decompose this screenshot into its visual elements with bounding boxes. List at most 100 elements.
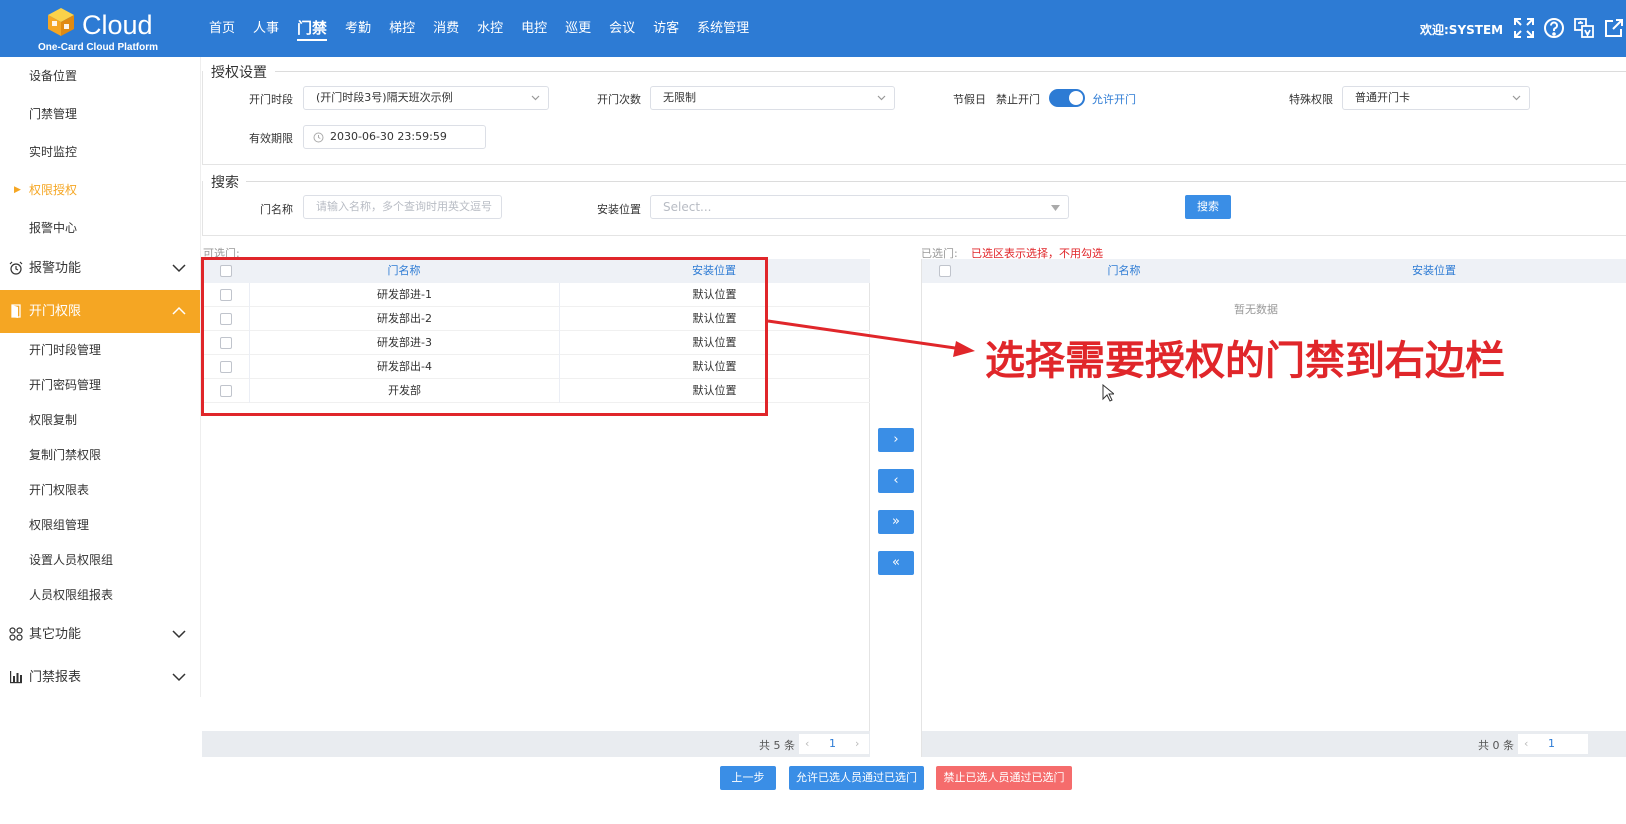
sidebar-item-person-group-report[interactable]: 人员权限组报表	[0, 578, 200, 613]
move-left-button[interactable]: ‹	[878, 469, 914, 493]
chevron-down-icon	[172, 630, 186, 639]
welcome-text: 欢迎:SYSTEM	[1420, 23, 1504, 37]
external-link-icon[interactable]	[1602, 16, 1626, 40]
right-table-footer: 共 0 条 ‹ 1	[922, 731, 1626, 757]
sidebar-item-copy-door-permission[interactable]: 复制门禁权限	[0, 438, 200, 473]
deny-pass-button[interactable]: 禁止已选人员通过已选门	[936, 766, 1072, 790]
top-icons	[1512, 16, 1626, 40]
top-bar: Cloud One-Card Cloud Platform 首页 人事 门禁 考…	[0, 0, 1626, 57]
select-all-checkbox[interactable]	[939, 265, 951, 277]
nav-meeting[interactable]: 会议	[600, 0, 644, 57]
help-icon[interactable]	[1542, 16, 1566, 40]
logo-text: Cloud	[82, 10, 153, 40]
sidebar-item-set-person-group[interactable]: 设置人员权限组	[0, 543, 200, 578]
location-label: 安装位置	[597, 203, 641, 216]
period-select-value: (开门时段3号)隔天班次示例	[316, 91, 453, 104]
holiday-toggle[interactable]	[1049, 89, 1085, 107]
table-header: 门名称 安装位置	[922, 259, 1626, 283]
nav-power[interactable]: 电控	[512, 0, 556, 57]
count-label: 开门次数	[597, 93, 641, 106]
holiday-allow-label: 允许开门	[1092, 93, 1136, 106]
sidebar-item-open-password[interactable]: 开门密码管理	[0, 368, 200, 403]
sidebar-item-device-location[interactable]: 设备位置	[0, 57, 200, 95]
column-location[interactable]: 安装位置	[1279, 259, 1589, 283]
column-door-name[interactable]: 门名称	[969, 259, 1279, 283]
special-select[interactable]: 普通开门卡	[1342, 86, 1530, 110]
sidebar-item-permission-table[interactable]: 开门权限表	[0, 473, 200, 508]
nav-patrol[interactable]: 巡更	[556, 0, 600, 57]
door-name-label: 门名称	[260, 203, 293, 216]
caret-down-icon	[1051, 205, 1060, 211]
right-total-count: 共 0 条	[1478, 739, 1514, 752]
logo-cube-icon	[48, 8, 74, 36]
nav-visitor[interactable]: 访客	[644, 0, 688, 57]
holiday-label: 节假日	[953, 93, 986, 106]
expire-date-value: 2030-06-30 23:59:59	[330, 130, 447, 143]
period-label: 开门时段	[249, 93, 293, 106]
sidebar-item-alarm-center[interactable]: 报警中心	[0, 209, 200, 247]
sidebar-group-alarm[interactable]: 报警功能	[0, 247, 200, 290]
nav-home[interactable]: 首页	[200, 0, 244, 57]
fullscreen-icon[interactable]	[1512, 16, 1536, 40]
chevron-down-icon	[172, 673, 186, 682]
main-nav: 首页 人事 门禁 考勤 梯控 消费 水控 电控 巡更 会议 访客 系统管理	[200, 0, 758, 57]
search-button[interactable]: 搜索	[1185, 195, 1231, 219]
sidebar-item-open-period[interactable]: 开门时段管理	[0, 333, 200, 368]
nav-attendance[interactable]: 考勤	[336, 0, 380, 57]
bar-chart-icon	[10, 671, 22, 684]
sidebar-group-other[interactable]: 其它功能	[0, 613, 200, 656]
grid-icon	[9, 627, 23, 641]
nav-elevator[interactable]: 梯控	[380, 0, 424, 57]
sidebar-item-access-management[interactable]: 门禁管理	[0, 95, 200, 133]
expire-date-input[interactable]: 2030-06-30 23:59:59	[303, 125, 486, 149]
sidebar-group-door-permission[interactable]: 开门权限	[0, 290, 200, 333]
nav-water[interactable]: 水控	[468, 0, 512, 57]
alarm-clock-icon	[9, 261, 23, 275]
location-select[interactable]: Select...	[650, 195, 1069, 219]
nav-consumption[interactable]: 消费	[424, 0, 468, 57]
chevron-down-icon	[877, 95, 886, 101]
move-right-button[interactable]: ›	[878, 428, 914, 452]
prev-step-button[interactable]: 上一步	[720, 766, 776, 790]
expire-label: 有效期限	[249, 132, 293, 145]
annotation-highlight-box	[201, 257, 768, 416]
door-name-input[interactable]: 请输入名称，多个查询时用英文逗号	[303, 195, 502, 219]
pager-prev-icon[interactable]: ‹	[1524, 737, 1528, 750]
logo[interactable]: Cloud One-Card Cloud Platform	[30, 4, 170, 54]
language-icon[interactable]	[1572, 16, 1596, 40]
door-icon	[11, 304, 21, 318]
nav-access-control[interactable]: 门禁	[288, 0, 336, 57]
sidebar-group-label: 门禁报表	[29, 670, 82, 685]
move-all-left-button[interactable]: «	[878, 551, 914, 575]
sidebar-item-realtime-monitor[interactable]: 实时监控	[0, 133, 200, 171]
sidebar-group-label: 其它功能	[29, 627, 82, 642]
chevron-up-icon	[172, 306, 186, 315]
pager-current-page[interactable]: 1	[829, 737, 836, 750]
pager-next-icon[interactable]: ›	[855, 737, 859, 750]
pager-prev-icon[interactable]: ‹	[805, 737, 809, 750]
location-select-placeholder: Select...	[663, 200, 712, 214]
sidebar-item-permission-copy[interactable]: 权限复制	[0, 403, 200, 438]
left-table-footer: 共 5 条 ‹ 1 ›	[202, 731, 870, 757]
move-all-right-button[interactable]: »	[878, 510, 914, 534]
sidebar-group-label: 开门权限	[29, 304, 82, 319]
holiday-deny-label: 禁止开门	[996, 93, 1040, 106]
pager-current-page[interactable]: 1	[1548, 737, 1555, 750]
nav-personnel[interactable]: 人事	[244, 0, 288, 57]
period-select[interactable]: (开门时段3号)隔天班次示例	[303, 86, 549, 110]
sidebar-group-report[interactable]: 门禁报表	[0, 656, 200, 699]
logo-subtitle: One-Card Cloud Platform	[38, 42, 159, 53]
nav-system[interactable]: 系统管理	[688, 0, 758, 57]
chevron-down-icon	[531, 95, 540, 101]
count-select[interactable]: 无限制	[650, 86, 895, 110]
sidebar-item-permission-group[interactable]: 权限组管理	[0, 508, 200, 543]
special-label: 特殊权限	[1289, 93, 1333, 106]
right-pager: ‹ 1	[1518, 734, 1588, 754]
left-total-count: 共 5 条	[759, 739, 795, 752]
annotation-arrow-icon	[767, 319, 975, 357]
sidebar-item-authorization[interactable]: 权限授权	[0, 171, 200, 209]
allow-pass-button[interactable]: 允许已选人员通过已选门	[789, 766, 924, 790]
left-pager: ‹ 1 ›	[799, 734, 869, 754]
empty-state: 暂无数据	[1234, 303, 1278, 316]
special-select-value: 普通开门卡	[1355, 91, 1410, 104]
